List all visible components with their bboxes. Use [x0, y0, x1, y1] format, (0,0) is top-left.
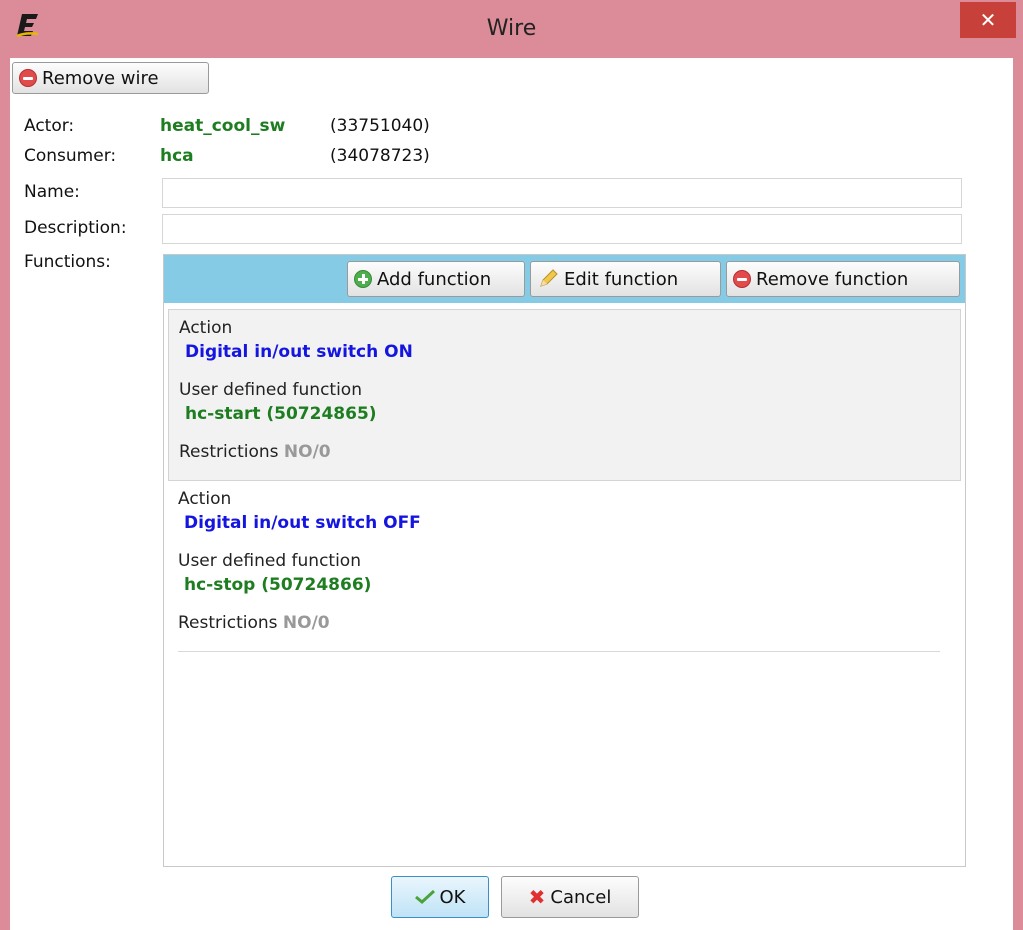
- function-item[interactable]: Action Digital in/out switch OFF User de…: [168, 483, 961, 651]
- remove-icon: [19, 69, 37, 87]
- name-field[interactable]: [162, 178, 962, 208]
- cancel-x-icon: ✖: [528, 885, 546, 909]
- edit-function-label: Edit function: [564, 268, 679, 290]
- restrictions-value: NO/0: [282, 613, 330, 633]
- description-label: Description:: [24, 218, 127, 238]
- consumer-id: (34078723): [330, 146, 430, 166]
- udf-heading: User defined function: [178, 551, 361, 571]
- consumer-name: hca: [160, 146, 194, 166]
- remove-wire-button[interactable]: Remove wire: [12, 62, 209, 94]
- restrictions-label: Restrictions: [178, 613, 278, 633]
- action-value: Digital in/out switch ON: [185, 342, 413, 362]
- restrictions-line: Restrictions NO/0: [179, 442, 331, 462]
- consumer-label: Consumer:: [24, 146, 117, 166]
- remove-icon: [733, 270, 751, 288]
- dialog-body: Remove wire Actor: heat_cool_sw (3375104…: [10, 58, 1013, 930]
- description-field[interactable]: [162, 214, 962, 244]
- pencil-icon: [540, 269, 558, 287]
- list-divider: [178, 651, 940, 652]
- ok-label: OK: [439, 886, 466, 908]
- add-icon: [354, 270, 372, 288]
- udf-value: hc-stop (50724866): [184, 575, 372, 595]
- functions-panel: Add function Edit function Remove functi…: [163, 254, 966, 867]
- cancel-label: Cancel: [550, 886, 612, 908]
- cancel-button[interactable]: ✖ Cancel: [501, 876, 639, 918]
- actor-label: Actor:: [24, 116, 75, 136]
- action-value: Digital in/out switch OFF: [184, 513, 421, 533]
- ok-button[interactable]: OK: [391, 876, 489, 918]
- restrictions-line: Restrictions NO/0: [178, 613, 330, 633]
- functions-label: Functions:: [24, 252, 111, 272]
- edit-function-button[interactable]: Edit function: [530, 261, 721, 297]
- checkmark-icon: [414, 890, 435, 904]
- add-function-label: Add function: [377, 268, 492, 290]
- action-heading: Action: [178, 489, 232, 509]
- remove-wire-label: Remove wire: [42, 67, 159, 89]
- restrictions-label: Restrictions: [179, 442, 279, 462]
- name-label: Name:: [24, 182, 80, 202]
- udf-value: hc-start (50724865): [185, 404, 377, 424]
- functions-toolbar: Add function Edit function Remove functi…: [164, 255, 965, 303]
- remove-function-button[interactable]: Remove function: [726, 261, 960, 297]
- add-function-button[interactable]: Add function: [347, 261, 525, 297]
- title-bar[interactable]: Wire ✕: [0, 0, 1023, 58]
- actor-id: (33751040): [330, 116, 430, 136]
- wire-dialog: Wire ✕ Remove wire Actor: heat_cool_sw (…: [0, 0, 1023, 930]
- window-title: Wire: [486, 16, 537, 41]
- remove-function-label: Remove function: [756, 268, 909, 290]
- function-item[interactable]: Action Digital in/out switch ON User def…: [168, 309, 961, 481]
- udf-heading: User defined function: [179, 380, 362, 400]
- action-heading: Action: [179, 318, 233, 338]
- close-button[interactable]: ✕: [960, 2, 1016, 38]
- restrictions-value: NO/0: [283, 442, 331, 462]
- actor-name: heat_cool_sw: [160, 116, 286, 136]
